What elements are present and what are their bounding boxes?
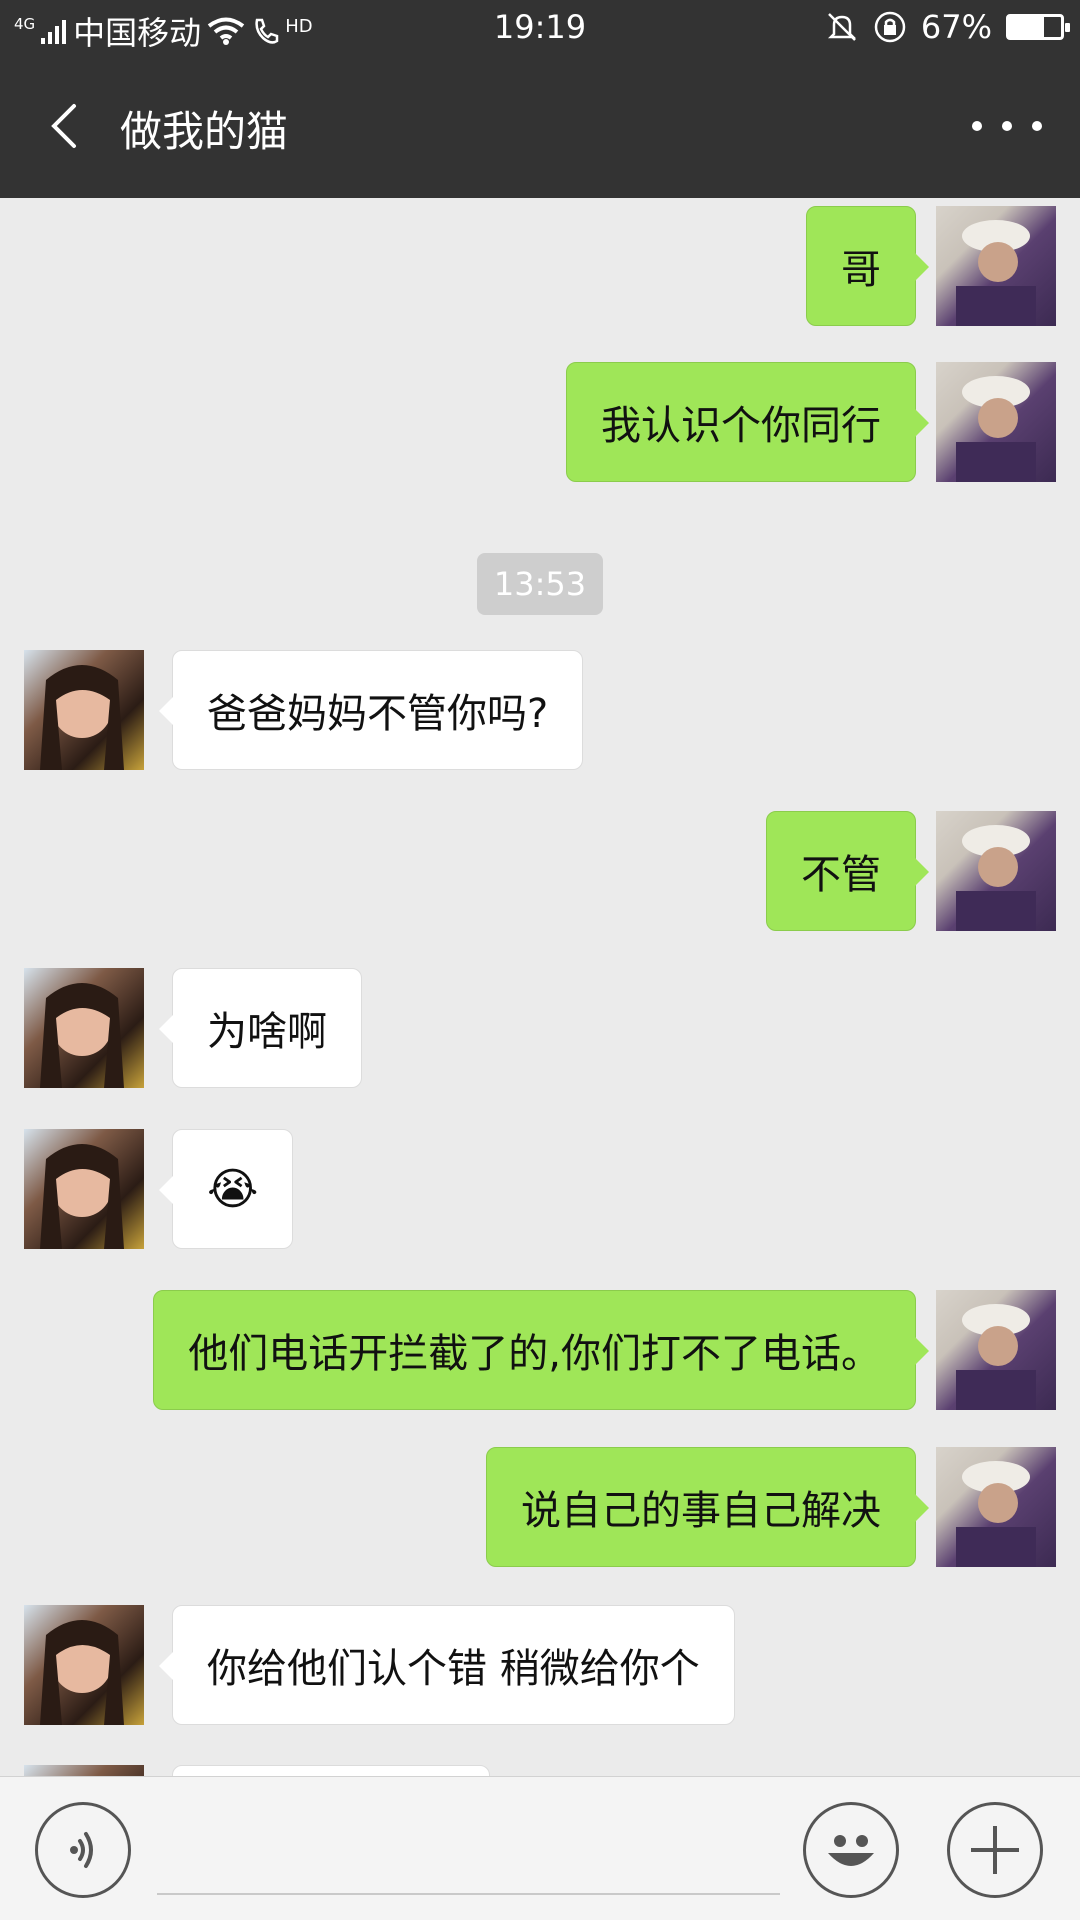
message-text: 你给他们认个错 稍微给你个 [207, 1646, 700, 1692]
message-bubble-sent[interactable]: 不管 [766, 811, 929, 931]
avatar-contact-partial[interactable] [24, 1765, 144, 1776]
voice-icon [70, 1832, 93, 1868]
avatar-me[interactable] [936, 362, 1056, 482]
ellipsis-dot [1002, 121, 1012, 131]
message-input[interactable] [157, 1893, 780, 1895]
message-text: 为啥啊 [207, 1009, 327, 1055]
smiley-icon [828, 1835, 874, 1866]
avatar-image [956, 1304, 1036, 1410]
crying-emoji: 😭 [207, 1163, 259, 1215]
back-button[interactable] [38, 96, 98, 156]
message-text: 爸爸妈妈不管你吗? [207, 691, 549, 737]
avatar-contact[interactable] [24, 1129, 144, 1249]
voice-button[interactable] [35, 1802, 131, 1898]
message-bubble-sent[interactable]: 说自己的事自己解决 [486, 1447, 929, 1567]
message-bubble-partial[interactable] [172, 1765, 490, 1776]
avatar-contact[interactable] [24, 650, 144, 770]
message-bubble-received[interactable]: 为啥啊 [159, 968, 362, 1088]
message-text: 说自己的事自己解决 [521, 1488, 881, 1534]
avatar-image [956, 220, 1036, 326]
avatar-image [40, 1144, 124, 1249]
battery-level [1009, 17, 1044, 37]
status-bar: 4G 中国移动 HD 19:19 67% [0, 0, 1080, 56]
chat-timestamp: 13:53 [477, 553, 603, 615]
battery-icon [1006, 14, 1070, 40]
message-bubble-received[interactable]: 你给他们认个错 稍微给你个 [159, 1605, 735, 1725]
message-bubble-received[interactable]: 爸爸妈妈不管你吗? [158, 650, 584, 770]
chevron-left-icon [51, 104, 76, 148]
message-text: 哥 [841, 247, 881, 293]
ellipsis-dot [1032, 121, 1042, 131]
emoji-button[interactable] [803, 1802, 899, 1898]
more-button[interactable] [972, 106, 1042, 146]
avatar-me[interactable] [936, 1447, 1056, 1567]
rotation-lock-icon [874, 11, 906, 43]
plus-icon [971, 1826, 1019, 1874]
message-text: 不管 [801, 852, 881, 898]
avatar-image [40, 983, 124, 1088]
message-bubble-sent[interactable]: 哥 [806, 206, 929, 326]
avatar-me[interactable] [936, 811, 1056, 931]
avatar-me[interactable] [936, 1290, 1056, 1410]
avatar-image [956, 376, 1036, 482]
avatar-image [40, 665, 124, 770]
avatar-image [40, 1620, 124, 1725]
message-bubble-sent[interactable]: 我认识个你同行 [566, 362, 929, 482]
mute-bell-icon [827, 13, 856, 41]
message-bubble-received[interactable]: 😭 [158, 1129, 294, 1249]
chat-list[interactable]: 哥 我认识个你同行 13:53 爸爸妈妈不管你吗? 不管 为啥啊 😭 他们电话开… [0, 198, 1080, 1776]
message-bubble-sent[interactable]: 他们电话开拦截了的,你们打不了电话。 [153, 1290, 929, 1410]
avatar-image [956, 1461, 1036, 1567]
page-title: 做我的猫 [120, 107, 289, 156]
message-text: 他们电话开拦截了的,你们打不了电话。 [188, 1331, 881, 1377]
avatar-contact[interactable] [24, 968, 144, 1088]
input-bar [0, 1776, 1080, 1920]
plus-button[interactable] [947, 1802, 1043, 1898]
chat-header: 做我的猫 [0, 56, 1080, 198]
battery-percent: 67% [920, 8, 992, 46]
avatar-me[interactable] [936, 206, 1056, 326]
message-text: 我认识个你同行 [601, 403, 881, 449]
status-right: 67% [825, 8, 1070, 46]
avatar-image [956, 825, 1036, 931]
avatar-contact[interactable] [24, 1605, 144, 1725]
ellipsis-icon [972, 121, 982, 131]
